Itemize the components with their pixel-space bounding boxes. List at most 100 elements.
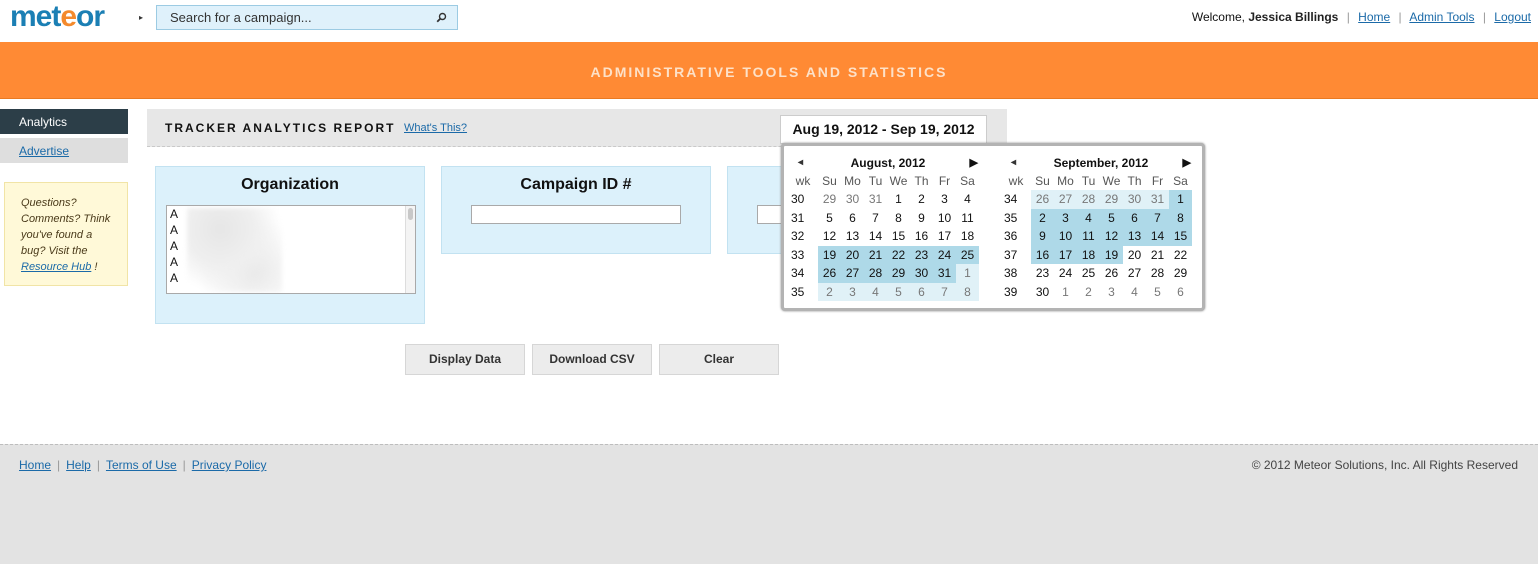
calendar-day[interactable]: 25 xyxy=(956,245,979,264)
calendar-day[interactable]: 11 xyxy=(1077,227,1100,246)
calendar-day[interactable]: 17 xyxy=(933,227,956,246)
calendar-day[interactable]: 21 xyxy=(864,245,887,264)
calendar-day[interactable]: 1 xyxy=(1054,283,1077,302)
calendar-day[interactable]: 5 xyxy=(887,282,910,301)
footer-terms-link[interactable]: Terms of Use xyxy=(106,458,177,472)
calendar-day[interactable]: 18 xyxy=(1077,245,1100,264)
calendar-day[interactable]: 2 xyxy=(910,190,933,209)
calendar-day[interactable]: 29 xyxy=(1169,264,1192,283)
calendar-day[interactable]: 10 xyxy=(1054,227,1077,246)
calendar-day[interactable]: 22 xyxy=(1169,246,1192,265)
footer-help-link[interactable]: Help xyxy=(66,458,91,472)
calendar-day[interactable]: 6 xyxy=(841,209,864,228)
calendar-day[interactable]: 19 xyxy=(818,245,841,264)
resource-hub-link[interactable]: Resource Hub xyxy=(21,261,91,273)
prev-month-icon[interactable]: ◂ xyxy=(798,154,803,172)
calendar-day[interactable]: 16 xyxy=(910,227,933,246)
calendar-day[interactable]: 14 xyxy=(864,227,887,246)
calendar-day[interactable]: 8 xyxy=(1169,208,1192,227)
calendar-day[interactable]: 30 xyxy=(841,190,864,209)
calendar-day[interactable]: 1 xyxy=(887,190,910,209)
calendar-day[interactable]: 25 xyxy=(1077,264,1100,283)
calendar-day[interactable]: 7 xyxy=(1146,208,1169,227)
calendar-day[interactable]: 3 xyxy=(933,190,956,209)
calendar-day[interactable]: 1 xyxy=(956,264,979,283)
calendar-day[interactable]: 17 xyxy=(1054,245,1077,264)
calendar-day[interactable]: 24 xyxy=(1054,264,1077,283)
calendar-day[interactable]: 7 xyxy=(864,209,887,228)
calendar-day[interactable]: 14 xyxy=(1146,227,1169,246)
calendar-day[interactable]: 29 xyxy=(818,190,841,209)
search-input[interactable] xyxy=(157,6,417,29)
calendar-day[interactable]: 23 xyxy=(910,245,933,264)
calendar-day[interactable]: 5 xyxy=(1146,283,1169,302)
calendar-day[interactable]: 3 xyxy=(1054,208,1077,227)
footer-home-link[interactable]: Home xyxy=(19,458,51,472)
calendar-day[interactable]: 26 xyxy=(1031,190,1054,209)
calendar-day[interactable]: 20 xyxy=(1123,246,1146,265)
calendar-day[interactable]: 18 xyxy=(956,227,979,246)
calendar-day[interactable]: 29 xyxy=(887,264,910,283)
advertise-link[interactable]: Advertise xyxy=(19,144,69,158)
download-csv-button[interactable]: Download CSV xyxy=(532,344,652,375)
display-data-button[interactable]: Display Data xyxy=(405,344,525,375)
calendar-day[interactable]: 29 xyxy=(1100,190,1123,209)
calendar-day[interactable]: 12 xyxy=(1100,227,1123,246)
calendar-day[interactable]: 2 xyxy=(1031,208,1054,227)
next-month-icon[interactable]: ▶ xyxy=(1183,154,1191,172)
calendar-day[interactable]: 4 xyxy=(1077,208,1100,227)
calendar-day[interactable]: 31 xyxy=(1146,190,1169,209)
calendar-day[interactable]: 5 xyxy=(1100,208,1123,227)
calendar-day[interactable]: 22 xyxy=(887,245,910,264)
meteor-logo[interactable]: meteor xyxy=(10,0,105,34)
calendar-day[interactable]: 15 xyxy=(887,227,910,246)
calendar-day[interactable]: 4 xyxy=(1123,283,1146,302)
calendar-day[interactable]: 31 xyxy=(864,190,887,209)
calendar-day[interactable]: 27 xyxy=(1054,190,1077,209)
whats-this-link[interactable]: What's This? xyxy=(404,122,467,134)
calendar-day[interactable]: 6 xyxy=(1169,283,1192,302)
calendar-day[interactable]: 31 xyxy=(933,264,956,283)
admin-tools-link[interactable]: Admin Tools xyxy=(1409,10,1474,24)
calendar-day[interactable]: 4 xyxy=(864,282,887,301)
calendar-day[interactable]: 3 xyxy=(841,282,864,301)
calendar-day[interactable]: 28 xyxy=(1077,190,1100,209)
calendar-day[interactable]: 20 xyxy=(841,245,864,264)
calendar-day[interactable]: 30 xyxy=(1031,283,1054,302)
calendar-day[interactable]: 12 xyxy=(818,227,841,246)
calendar-day[interactable]: 2 xyxy=(1077,283,1100,302)
calendar-day[interactable]: 3 xyxy=(1100,283,1123,302)
calendar-day[interactable]: 6 xyxy=(910,282,933,301)
calendar-day[interactable]: 15 xyxy=(1169,227,1192,246)
calendar-day[interactable]: 7 xyxy=(933,282,956,301)
calendar-day[interactable]: 13 xyxy=(1123,227,1146,246)
scrollbar[interactable] xyxy=(405,206,415,293)
calendar-day[interactable]: 6 xyxy=(1123,208,1146,227)
calendar-day[interactable]: 24 xyxy=(933,245,956,264)
calendar-day[interactable]: 27 xyxy=(1123,264,1146,283)
calendar-day[interactable]: 21 xyxy=(1146,246,1169,265)
logout-link[interactable]: Logout xyxy=(1494,10,1531,24)
calendar-day[interactable]: 8 xyxy=(887,209,910,228)
prev-month-icon[interactable]: ◂ xyxy=(1011,154,1016,172)
calendar-day[interactable]: 23 xyxy=(1031,264,1054,283)
calendar-day[interactable]: 8 xyxy=(956,282,979,301)
calendar-day[interactable]: 11 xyxy=(956,209,979,228)
calendar-day[interactable]: 9 xyxy=(1031,227,1054,246)
calendar-day[interactable]: 10 xyxy=(933,209,956,228)
calendar-day[interactable]: 16 xyxy=(1031,245,1054,264)
next-month-icon[interactable]: ▶ xyxy=(970,154,978,172)
organization-listbox[interactable]: A A A A A xyxy=(166,205,416,294)
menu-arrow-icon[interactable]: ▸ xyxy=(139,13,143,22)
home-link[interactable]: Home xyxy=(1358,10,1390,24)
footer-privacy-link[interactable]: Privacy Policy xyxy=(192,458,267,472)
clear-button[interactable]: Clear xyxy=(659,344,779,375)
calendar-day[interactable]: 2 xyxy=(818,282,841,301)
calendar-day[interactable]: 26 xyxy=(1100,264,1123,283)
calendar-day[interactable]: 28 xyxy=(864,264,887,283)
campaign-id-input[interactable] xyxy=(471,205,681,224)
calendar-day[interactable]: 19 xyxy=(1100,245,1123,264)
calendar-day[interactable]: 4 xyxy=(956,190,979,209)
calendar-day[interactable]: 30 xyxy=(910,264,933,283)
calendar-day[interactable]: 5 xyxy=(818,209,841,228)
